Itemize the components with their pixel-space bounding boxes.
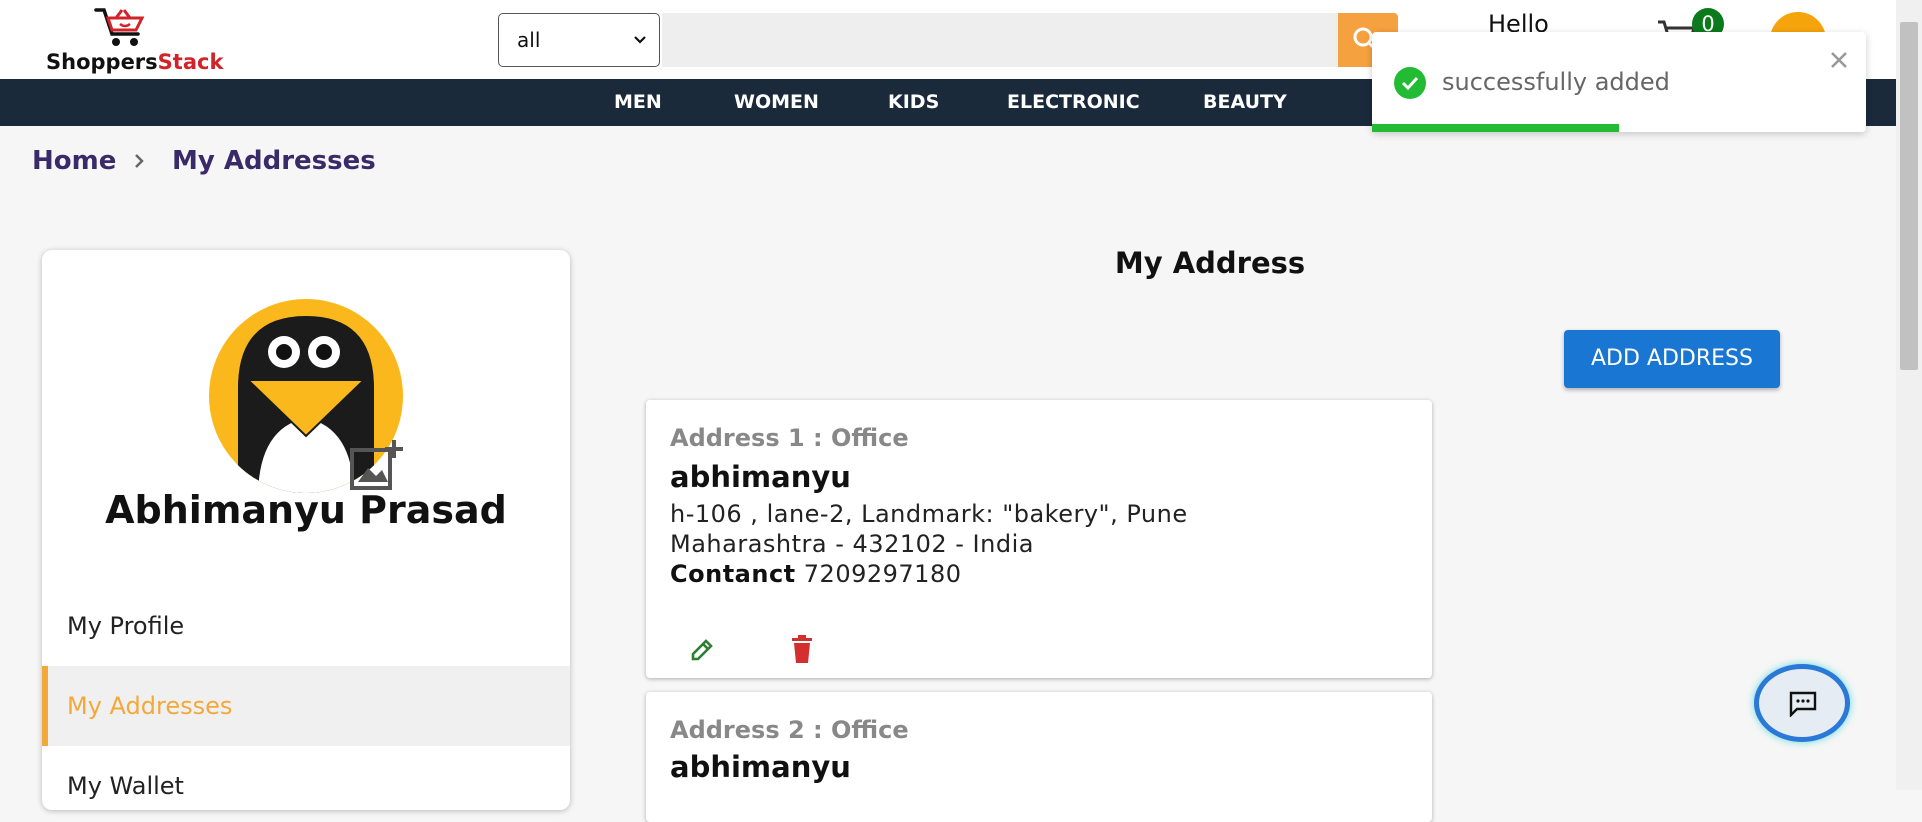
add-image-icon[interactable]: [348, 438, 404, 494]
address-line-2: Maharashtra - 432102 - India: [670, 530, 1034, 558]
breadcrumb-home[interactable]: Home: [32, 146, 116, 176]
logo-text: ShoppersStack: [46, 50, 224, 74]
close-icon[interactable]: [1828, 40, 1850, 87]
sidebar-item-my-profile[interactable]: My Profile: [42, 586, 570, 666]
user-full-name: Abhimanyu Prasad: [105, 488, 507, 532]
cart-logo-icon: [94, 8, 145, 46]
category-select-value: all: [517, 28, 541, 52]
address-label: Address 1 : Office: [670, 424, 909, 452]
success-toast: successfully added: [1372, 32, 1866, 132]
breadcrumb-current: My Addresses: [172, 146, 376, 176]
scrollbar-thumb[interactable]: [1900, 22, 1918, 370]
nav-item-kids[interactable]: KIDS: [888, 79, 939, 126]
contact-label: Contanct: [670, 560, 796, 588]
address-card: Address 2 : Office abhimanyu: [646, 692, 1432, 822]
add-address-button[interactable]: ADD ADDRESS: [1564, 330, 1780, 388]
delete-icon[interactable]: [790, 634, 814, 664]
address-name: abhimanyu: [670, 460, 851, 494]
address-line-1: h-106 , lane-2, Landmark: "bakery", Pune: [670, 500, 1188, 528]
search-input[interactable]: [662, 13, 1338, 67]
address-label: Address 2 : Office: [670, 716, 909, 744]
toast-message: successfully added: [1442, 68, 1670, 96]
nav-item-electronic[interactable]: ELECTRONIC: [1007, 79, 1140, 126]
nav-item-beauty[interactable]: BEAUTY: [1203, 79, 1287, 126]
chevron-down-icon: [633, 14, 647, 87]
profile-sidebar: Abhimanyu Prasad My Profile My Addresses…: [42, 250, 570, 810]
address-contact: Contanct 7209297180: [670, 560, 961, 588]
chat-icon: [1789, 691, 1817, 717]
page-title: My Address: [1114, 246, 1306, 280]
nav-item-men[interactable]: MEN: [614, 79, 662, 126]
sidebar-item-my-wallet[interactable]: My Wallet: [42, 746, 570, 810]
shoppersstack-logo[interactable]: ShoppersStack: [40, 4, 230, 74]
chevron-right-icon: [132, 146, 148, 183]
check-icon: [1394, 67, 1426, 99]
page-scrollbar[interactable]: [1896, 0, 1922, 790]
chat-button[interactable]: [1754, 664, 1850, 742]
edit-icon[interactable]: [688, 636, 716, 664]
nav-item-women[interactable]: WOMEN: [734, 79, 819, 126]
category-select[interactable]: all: [498, 13, 660, 67]
address-card: Address 1 : Office abhimanyu h-106 , lan…: [646, 400, 1432, 678]
contact-number: 7209297180: [803, 560, 962, 588]
address-name: abhimanyu: [670, 750, 851, 784]
toast-progress-bar: [1372, 124, 1619, 132]
sidebar-item-my-addresses[interactable]: My Addresses: [42, 666, 570, 746]
